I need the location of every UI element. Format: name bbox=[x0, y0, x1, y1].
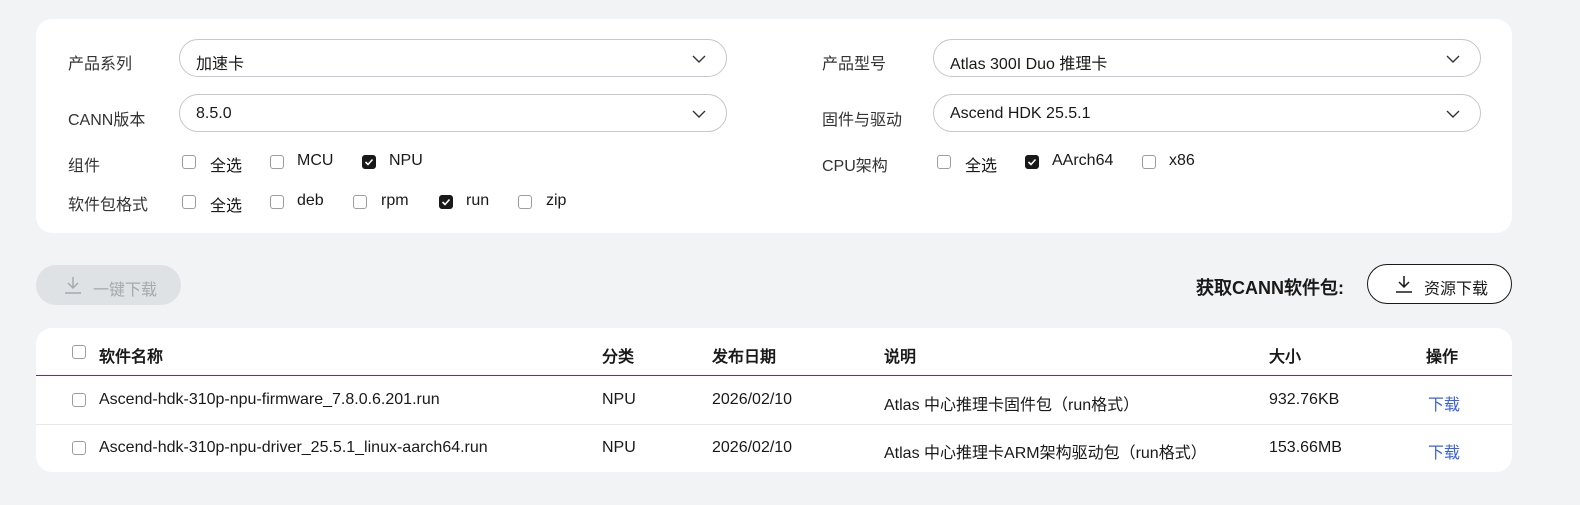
cell-description: Atlas 中心推理卡固件包（run格式） bbox=[884, 397, 1140, 414]
chevron-down-icon bbox=[1446, 55, 1460, 63]
firmware-driver-value: Ascend HDK 25.5.1 bbox=[950, 105, 1091, 122]
package-format-checkbox[interactable] bbox=[270, 195, 284, 209]
cell-date: 2026/02/10 bbox=[712, 391, 793, 408]
column-header-size: 大小 bbox=[1269, 349, 1302, 366]
package-format-option-label[interactable]: 全选 bbox=[210, 192, 242, 216]
firmware-driver-select[interactable]: Ascend HDK 25.5.1 bbox=[933, 94, 1481, 132]
package-format-option-label[interactable]: deb bbox=[297, 192, 324, 210]
cell-category: NPU bbox=[602, 391, 636, 408]
download-icon bbox=[1396, 276, 1412, 293]
cell-name: Ascend-hdk-310p-npu-firmware_7.8.0.6.201… bbox=[99, 391, 440, 408]
column-header-action: 操作 bbox=[1426, 349, 1459, 366]
column-header-date: 发布日期 bbox=[712, 349, 777, 366]
component-option-label[interactable]: MCU bbox=[297, 152, 333, 170]
component-checkbox[interactable] bbox=[362, 155, 376, 169]
cpu-arch-option-label[interactable]: x86 bbox=[1169, 152, 1195, 170]
cell-date: 2026/02/10 bbox=[712, 439, 793, 456]
select-all-rows-checkbox[interactable] bbox=[72, 345, 86, 359]
cell-name: Ascend-hdk-310p-npu-driver_25.5.1_linux-… bbox=[99, 439, 488, 456]
product-model-value: Atlas 300I Duo 推理卡 bbox=[950, 56, 1108, 73]
package-format-option-label[interactable]: rpm bbox=[381, 192, 409, 210]
cann-version-select[interactable]: 8.5.0 bbox=[179, 94, 727, 132]
checkmark-icon bbox=[441, 198, 451, 206]
product-model-select[interactable]: Atlas 300I Duo 推理卡 bbox=[933, 39, 1481, 77]
firmware-driver-label: 固件与驱动 bbox=[822, 112, 903, 129]
cell-category: NPU bbox=[602, 439, 636, 456]
package-format-option-label[interactable]: zip bbox=[546, 192, 566, 210]
package-format-label: 软件包格式 bbox=[68, 197, 149, 214]
get-cann-label: 获取CANN软件包: bbox=[1196, 278, 1344, 298]
cpu-arch-label: CPU架构 bbox=[822, 158, 888, 175]
package-format-checkbox[interactable] bbox=[182, 195, 196, 209]
download-icon bbox=[65, 277, 81, 294]
cpu-arch-option-label[interactable]: AArch64 bbox=[1052, 152, 1113, 170]
download-link[interactable]: 下载 bbox=[1428, 439, 1460, 463]
resource-download-button[interactable]: 资源下载 bbox=[1367, 264, 1512, 304]
column-header-name: 软件名称 bbox=[99, 349, 164, 366]
cell-size: 932.76KB bbox=[1269, 391, 1340, 408]
component-option-label[interactable]: NPU bbox=[389, 152, 423, 170]
cell-description: Atlas 中心推理卡ARM架构驱动包（run格式） bbox=[884, 445, 1207, 462]
row-checkbox[interactable] bbox=[72, 393, 86, 407]
product-series-label: 产品系列 bbox=[68, 56, 133, 73]
filter-panel: 产品系列 加速卡 产品型号 Atlas 300I Duo 推理卡 CANN版本 … bbox=[36, 19, 1512, 233]
cpu-arch-checkbox[interactable] bbox=[1142, 155, 1156, 169]
cpu-arch-checkbox[interactable] bbox=[1025, 155, 1039, 169]
resource-download-label: 资源下载 bbox=[1424, 281, 1489, 298]
component-checkbox[interactable] bbox=[270, 155, 284, 169]
table-row: Ascend-hdk-310p-npu-firmware_7.8.0.6.201… bbox=[36, 376, 1512, 424]
row-checkbox[interactable] bbox=[72, 441, 86, 455]
download-all-label: 一键下载 bbox=[93, 282, 158, 299]
cann-version-value: 8.5.0 bbox=[196, 105, 232, 122]
component-checkbox[interactable] bbox=[182, 155, 196, 169]
package-format-checkbox[interactable] bbox=[518, 195, 532, 209]
checkmark-icon bbox=[364, 158, 374, 166]
product-model-label: 产品型号 bbox=[822, 56, 887, 73]
product-series-select[interactable]: 加速卡 bbox=[179, 39, 727, 77]
cpu-arch-option-label[interactable]: 全选 bbox=[965, 152, 997, 176]
download-link[interactable]: 下载 bbox=[1428, 391, 1460, 415]
column-header-category: 分类 bbox=[602, 349, 635, 366]
product-series-value: 加速卡 bbox=[196, 56, 245, 73]
cell-size: 153.66MB bbox=[1269, 439, 1342, 456]
package-format-checkbox[interactable] bbox=[439, 195, 453, 209]
cpu-arch-checkbox[interactable] bbox=[937, 155, 951, 169]
download-all-button[interactable]: 一键下载 bbox=[36, 265, 181, 305]
components-label: 组件 bbox=[68, 158, 101, 175]
chevron-down-icon bbox=[692, 110, 706, 118]
table-row: Ascend-hdk-310p-npu-driver_25.5.1_linux-… bbox=[36, 425, 1512, 472]
checkmark-icon bbox=[1027, 158, 1037, 166]
package-format-option-label[interactable]: run bbox=[466, 192, 489, 210]
component-option-label[interactable]: 全选 bbox=[210, 152, 242, 176]
cann-version-label: CANN版本 bbox=[68, 112, 146, 129]
column-header-description: 说明 bbox=[884, 349, 917, 366]
chevron-down-icon bbox=[692, 55, 706, 63]
package-format-checkbox[interactable] bbox=[353, 195, 367, 209]
software-table: 软件名称 分类 发布日期 说明 大小 操作 Ascend-hdk-310p-np… bbox=[36, 328, 1512, 472]
chevron-down-icon bbox=[1446, 110, 1460, 118]
